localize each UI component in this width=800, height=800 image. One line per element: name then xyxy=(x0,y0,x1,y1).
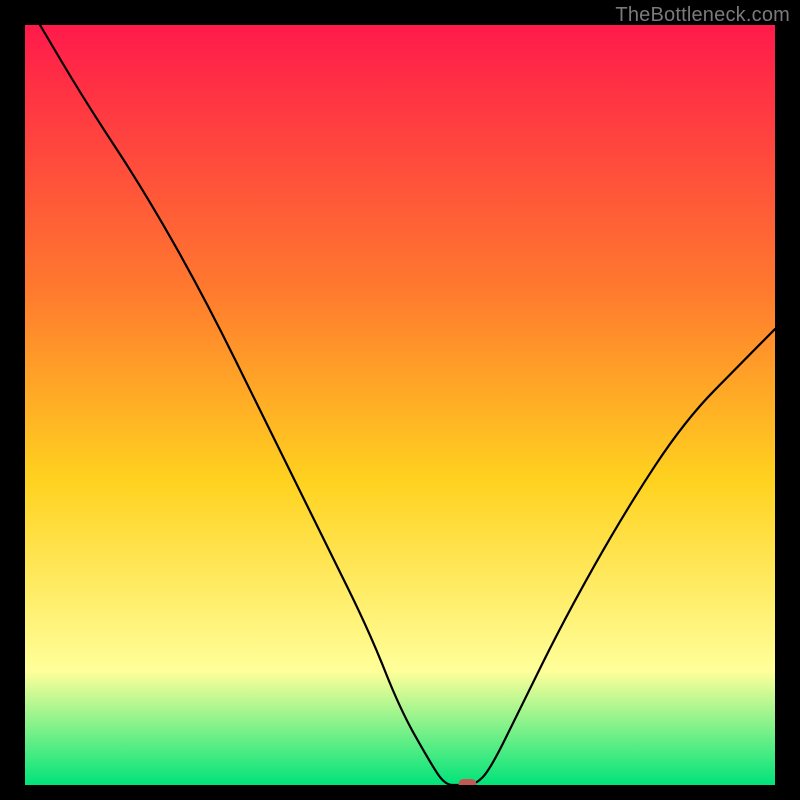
chart-background xyxy=(25,25,775,785)
optimal-marker xyxy=(459,779,477,785)
bottleneck-chart xyxy=(25,25,775,785)
chart-container: TheBottleneck.com xyxy=(0,0,800,800)
watermark-text: TheBottleneck.com xyxy=(615,4,790,27)
